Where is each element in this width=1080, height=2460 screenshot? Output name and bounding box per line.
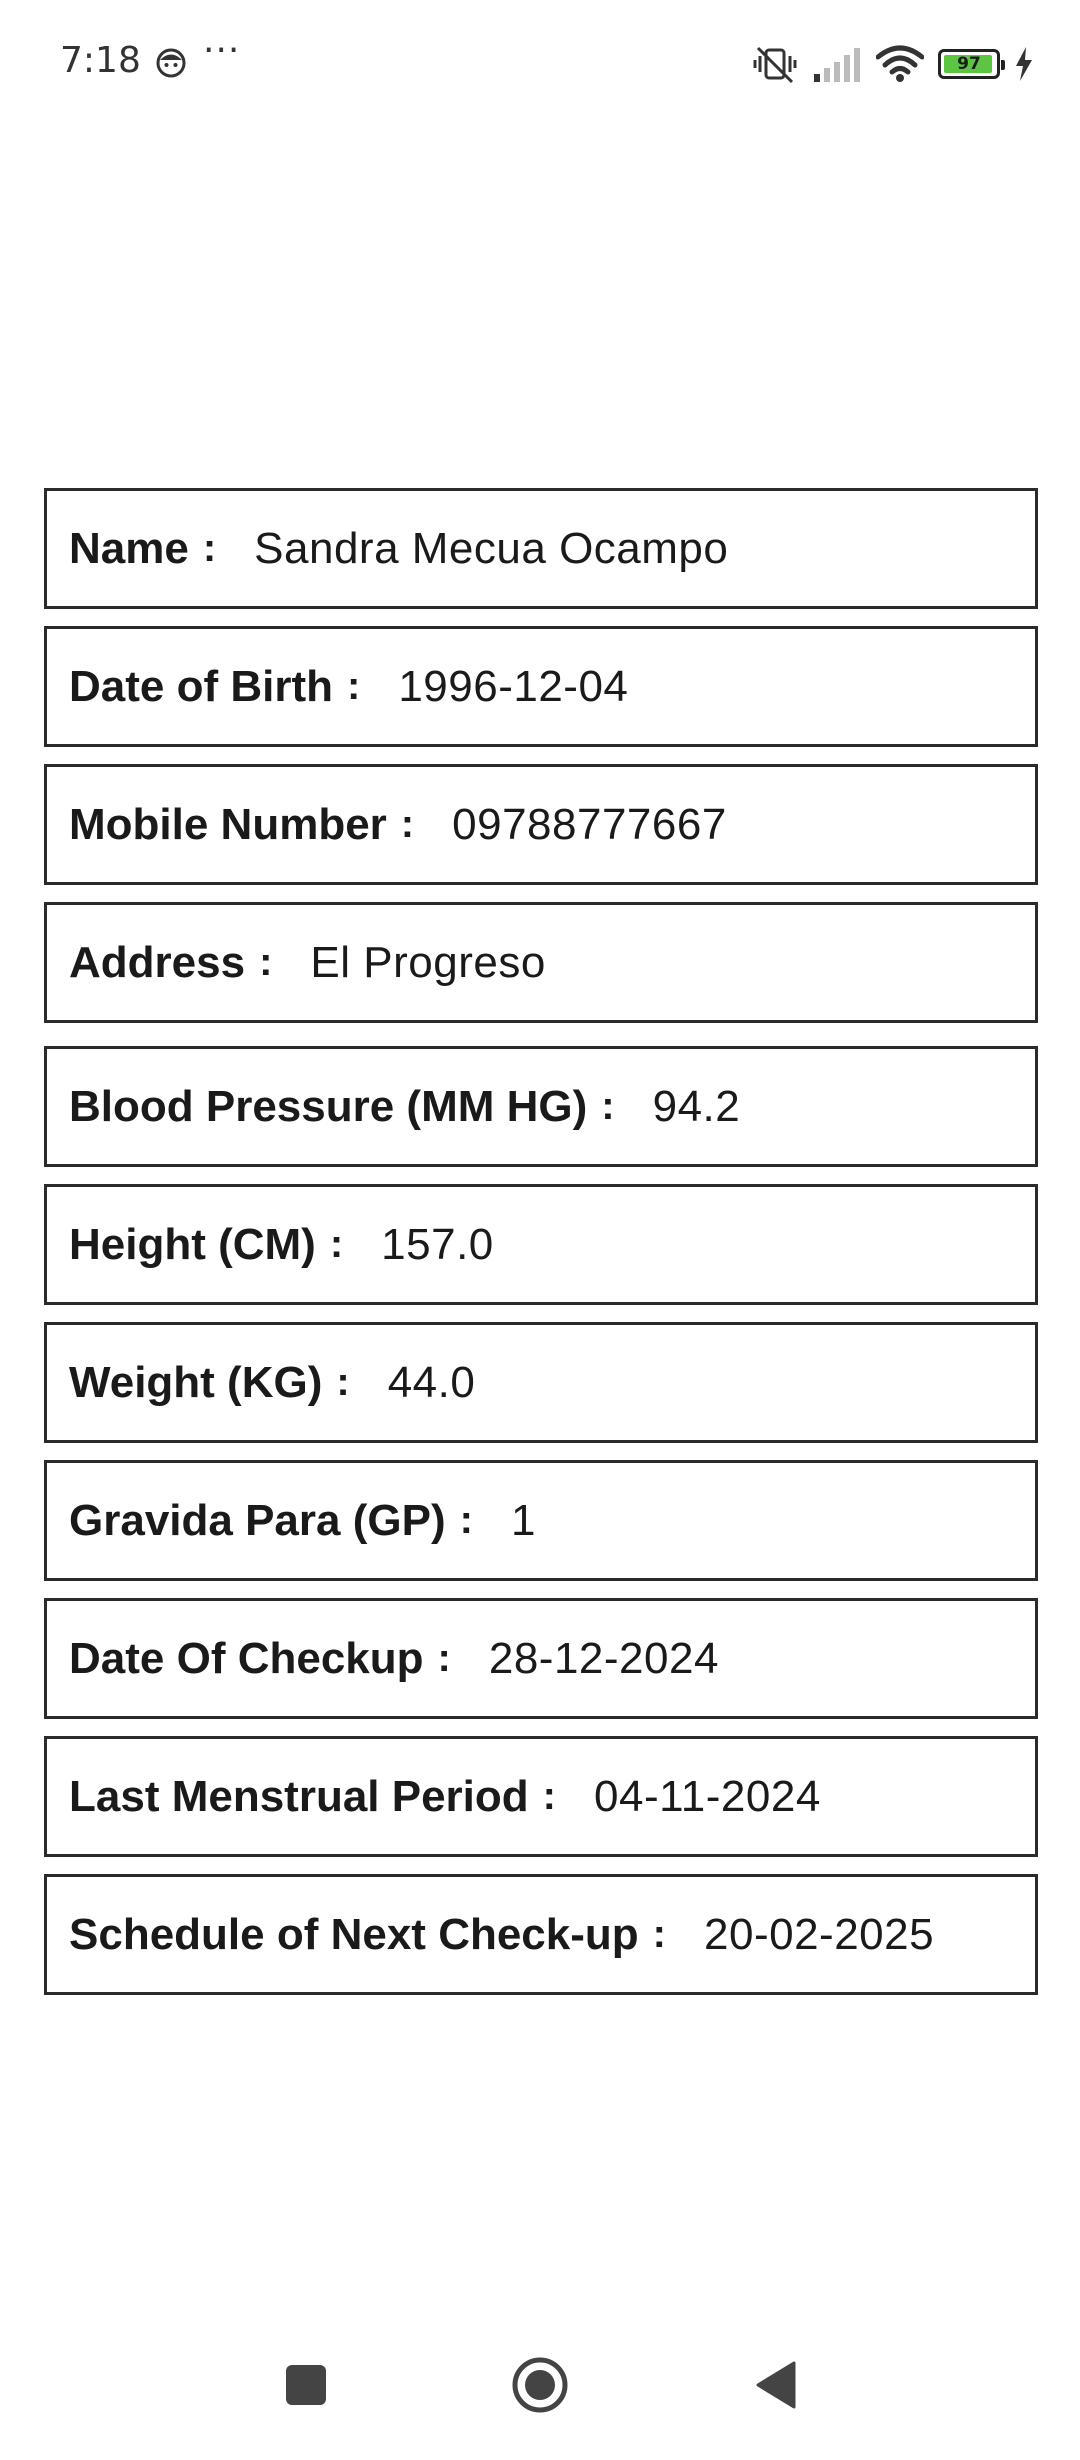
back-button[interactable]	[731, 2340, 821, 2430]
more-notifications-icon: ···	[203, 30, 241, 71]
field-separator: :	[400, 802, 415, 846]
field-value: 09788777667	[452, 799, 727, 849]
field-separator: :	[652, 1912, 666, 1956]
face-icon	[156, 48, 186, 78]
status-time: 7:18	[60, 40, 141, 81]
info-row-last-menstrual-period: Last Menstrual Period : 04-11-2024	[44, 1736, 1038, 1857]
vibrate-off-icon	[753, 46, 797, 84]
field-label: Address	[69, 937, 246, 987]
field-value: 94.2	[652, 1081, 741, 1131]
field-separator: :	[459, 1498, 473, 1542]
status-bar: 7:18 ··· 97	[0, 0, 1080, 130]
home-button[interactable]	[495, 2340, 585, 2430]
field-separator: :	[601, 1084, 615, 1128]
field-separator: :	[347, 664, 361, 708]
info-row-date-of-birth: Date of Birth : 1996-12-04	[44, 626, 1038, 747]
field-value: 1	[510, 1495, 536, 1545]
back-triangle-icon	[756, 2361, 796, 2409]
field-value: 44.0	[387, 1357, 476, 1407]
charging-icon	[1016, 47, 1032, 81]
field-value: 1996-12-04	[398, 661, 629, 711]
field-value: Sandra Mecua Ocampo	[254, 523, 729, 573]
info-row-gravida-para: Gravida Para (GP) : 1	[44, 1460, 1038, 1581]
status-icons: 97	[752, 44, 1034, 84]
field-value: 157.0	[381, 1219, 494, 1269]
info-row-height: Height (CM) : 157.0	[44, 1184, 1038, 1305]
field-separator: :	[336, 1360, 350, 1404]
field-separator: :	[259, 940, 273, 984]
field-label: Mobile Number	[69, 799, 387, 849]
field-label: Date Of Checkup	[69, 1633, 424, 1683]
info-row-blood-pressure: Blood Pressure (MM HG) : 94.2	[44, 1046, 1038, 1167]
field-label: Blood Pressure (MM HG)	[69, 1081, 588, 1131]
info-row-mobile-number: Mobile Number : 09788777667	[44, 764, 1038, 885]
field-label: Height (CM)	[69, 1219, 316, 1269]
field-separator: :	[202, 526, 217, 570]
field-separator: :	[329, 1222, 344, 1266]
info-row-address: Address : El Progreso	[44, 902, 1038, 1023]
field-label: Last Menstrual Period	[69, 1771, 529, 1821]
info-row-weight: Weight (KG) : 44.0	[44, 1322, 1038, 1443]
field-value: 04-11-2024	[594, 1771, 821, 1821]
recents-square-icon	[286, 2365, 326, 2405]
navigation-bar	[0, 2340, 1080, 2460]
field-separator: :	[542, 1774, 556, 1818]
field-label: Schedule of Next Check-up	[69, 1909, 639, 1959]
field-label: Gravida Para (GP)	[69, 1495, 446, 1545]
field-value: 28-12-2024	[488, 1633, 719, 1683]
field-label: Date of Birth	[69, 661, 333, 711]
field-label: Name	[69, 523, 189, 573]
field-value: 20-02-2025	[704, 1909, 935, 1959]
battery-icon: 97	[938, 49, 1005, 79]
home-circle-icon	[512, 2357, 568, 2413]
field-value: El Progreso	[310, 937, 546, 987]
info-row-date-of-checkup: Date Of Checkup : 28-12-2024	[44, 1598, 1038, 1719]
field-label: Weight (KG)	[69, 1357, 323, 1407]
battery-level: 97	[957, 54, 981, 74]
signal-icon	[814, 48, 860, 82]
info-row-next-checkup: Schedule of Next Check-up : 20-02-2025	[44, 1874, 1038, 1995]
recents-button[interactable]	[261, 2340, 351, 2430]
info-row-name: Name : Sandra Mecua Ocampo	[44, 488, 1038, 609]
patient-info-list: Name : Sandra Mecua Ocampo Date of Birth…	[44, 488, 1038, 2012]
wifi-icon	[876, 45, 924, 82]
field-separator: :	[437, 1636, 451, 1680]
